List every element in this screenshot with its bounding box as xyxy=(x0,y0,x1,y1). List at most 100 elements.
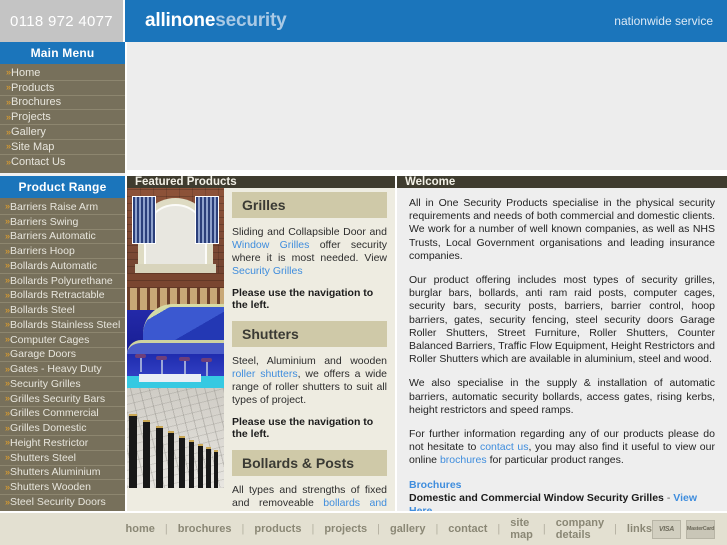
footer-separator: | xyxy=(377,523,380,535)
welcome-paragraph-2: Our product offering includes most types… xyxy=(409,274,715,366)
footer-separator: | xyxy=(311,523,315,535)
product-item-label: Height Restrictor xyxy=(10,436,89,449)
arrow-bullet-icon: » xyxy=(6,82,11,93)
product-item-gates-heavy-duty[interactable]: » Gates - Heavy Duty xyxy=(0,362,125,377)
arrow-bullet-icon: » xyxy=(6,141,11,152)
site-logo[interactable]: allinonesecurity xyxy=(145,10,287,32)
main-menu-item-gallery[interactable]: » Gallery xyxy=(0,125,125,140)
main-menu-item-contact-us[interactable]: » Contact Us xyxy=(0,155,125,170)
product-item-label: Grilles Security Bars xyxy=(10,392,106,405)
footer-link-links[interactable]: links xyxy=(627,523,652,535)
arrow-bullet-icon: » xyxy=(6,126,11,137)
product-item-label: Shutters Aluminium xyxy=(10,466,101,479)
footer-separator: | xyxy=(164,523,168,535)
product-item-barriers-raise-arm[interactable]: » Barriers Raise Arm xyxy=(0,200,125,215)
arrow-bullet-icon: » xyxy=(5,230,10,241)
main-menu-item-products[interactable]: » Products xyxy=(0,81,125,96)
product-item-barriers-automatic[interactable]: » Barriers Automatic xyxy=(0,230,125,245)
featured-text-column: Grilles Sliding and Collapsible Door and… xyxy=(224,188,395,545)
featured-nav-note: Please use the navigation to the left. xyxy=(232,416,374,440)
product-item-label: Barriers Swing xyxy=(10,215,79,228)
main-menu-item-site-map[interactable]: » Site Map xyxy=(0,140,125,155)
product-item-label: Bollards Stainless Steel xyxy=(10,318,121,331)
logo-part-in: in xyxy=(165,10,183,31)
product-item-shutters-wooden[interactable]: » Shutters Wooden xyxy=(0,480,125,495)
product-item-label: Bollards Retractable xyxy=(10,289,105,302)
product-item-security-grilles[interactable]: » Security Grilles xyxy=(0,377,125,392)
product-item-grilles-domestic[interactable]: » Grilles Domestic xyxy=(0,421,125,436)
footer-link-gallery[interactable]: gallery xyxy=(390,523,425,535)
featured-heading-grilles: Grilles xyxy=(232,192,387,218)
product-item-barriers-hoop[interactable]: » Barriers Hoop xyxy=(0,244,125,259)
featured-photo-stack xyxy=(127,188,224,545)
main-menu-item-label: Gallery xyxy=(11,126,46,139)
product-item-bollards-automatic[interactable]: » Bollards Automatic xyxy=(0,259,125,274)
main-menu-item-label: Projects xyxy=(11,111,51,124)
footer-link-brochures[interactable]: brochures xyxy=(178,523,232,535)
product-item-bollards-steel[interactable]: » Bollards Steel xyxy=(0,303,125,318)
footer-link-home[interactable]: home xyxy=(126,523,155,535)
footer-separator: | xyxy=(435,523,439,535)
roller-shutters-link[interactable]: roller shutters xyxy=(232,368,298,380)
product-item-height-restrictor[interactable]: » Height Restrictor xyxy=(0,436,125,451)
arrow-bullet-icon: » xyxy=(5,407,10,418)
arrow-bullet-icon: » xyxy=(5,201,10,212)
product-item-steel-security-doors[interactable]: » Steel Security Doors xyxy=(0,495,125,510)
product-item-grilles-security-bars[interactable]: » Grilles Security Bars xyxy=(0,392,125,407)
footer-left-pad xyxy=(0,513,114,545)
logo-part-one: one xyxy=(182,10,216,31)
main-menu-item-projects[interactable]: » Projects xyxy=(0,110,125,126)
product-range-list: » Barriers Raise Arm » Barriers Swing » Bar… xyxy=(0,198,125,513)
featured-heading-bollards: Bollards & Posts xyxy=(232,450,387,476)
product-item-bollards-polyurethane[interactable]: » Bollards Polyurethane xyxy=(0,274,125,289)
phone-number: 0118 972 4077 xyxy=(0,0,125,42)
arrow-bullet-icon: » xyxy=(6,67,11,78)
footer-separator: | xyxy=(614,523,617,535)
window-grilles-link[interactable]: Window Grilles xyxy=(232,239,309,251)
arched-window-grille-photo xyxy=(127,188,224,288)
product-item-label: Barriers Raise Arm xyxy=(10,200,99,213)
product-item-bollards-retractable[interactable]: » Bollards Retractable xyxy=(0,289,125,304)
product-item-label: Bollards Automatic xyxy=(10,259,97,272)
arrow-bullet-icon: » xyxy=(5,422,10,433)
featured-block-shutters: Shutters Steel, Aluminium and wooden rol… xyxy=(232,321,387,440)
main-content: Product Range » Barriers Raise Arm » Barri… xyxy=(0,176,727,545)
product-item-label: Garage Doors xyxy=(10,348,76,361)
product-item-grilles-commercial[interactable]: » Grilles Commercial xyxy=(0,407,125,422)
brochures-link[interactable]: brochures xyxy=(440,454,487,466)
product-item-label: Shutters Wooden xyxy=(10,481,91,494)
footer-link-contact[interactable]: contact xyxy=(448,523,487,535)
footer-link-company-details[interactable]: company details xyxy=(556,517,604,541)
footer-link-site-map[interactable]: site map xyxy=(510,517,533,541)
main-menu-panel: Main Menu » Home » Products » Brochures » Pr… xyxy=(0,42,125,176)
main-menu-item-label: Site Map xyxy=(11,140,55,153)
page-root: 0118 972 4077 allinonesecurity nationwid… xyxy=(0,0,727,545)
footer-separator: | xyxy=(542,523,546,535)
product-item-shutters-steel[interactable]: » Shutters Steel xyxy=(0,451,125,466)
product-item-barriers-swing[interactable]: » Barriers Swing xyxy=(0,215,125,230)
payment-cards: VISA MasterCard xyxy=(652,519,727,539)
top-body: Main Menu » Home » Products » Brochures » Pr… xyxy=(0,42,727,176)
arrow-bullet-icon: » xyxy=(5,363,10,374)
main-menu-item-home[interactable]: » Home xyxy=(0,66,125,81)
product-item-shutters-aluminium[interactable]: » Shutters Aluminium xyxy=(0,466,125,481)
product-item-computer-cages[interactable]: » Computer Cages xyxy=(0,333,125,348)
welcome-panel: Welcome All in One Security Products spe… xyxy=(397,176,727,545)
arrow-bullet-icon: » xyxy=(5,304,10,315)
arrow-bullet-icon: » xyxy=(5,245,10,256)
security-grilles-link[interactable]: Security Grilles xyxy=(232,265,303,277)
footer-link-products[interactable]: products xyxy=(254,523,301,535)
arrow-bullet-icon: » xyxy=(5,289,10,300)
product-item-label: Bollards Steel xyxy=(10,304,75,317)
brand-bar: allinonesecurity nationwide service xyxy=(125,0,727,42)
product-item-garage-doors[interactable]: » Garage Doors xyxy=(0,348,125,363)
contact-us-link[interactable]: contact us xyxy=(480,441,529,453)
featured-desc-text: Steel, Aluminium and wooden xyxy=(232,355,387,367)
footer-link-projects[interactable]: projects xyxy=(324,523,367,535)
product-item-label: Bollards Polyurethane xyxy=(10,274,113,287)
visa-card-icon: VISA xyxy=(652,519,681,539)
arrow-bullet-icon: » xyxy=(5,319,10,330)
main-menu-item-brochures[interactable]: » Brochures xyxy=(0,96,125,111)
product-item-bollards-stainless-steel[interactable]: » Bollards Stainless Steel xyxy=(0,318,125,333)
logo-part-security: security xyxy=(215,10,287,31)
